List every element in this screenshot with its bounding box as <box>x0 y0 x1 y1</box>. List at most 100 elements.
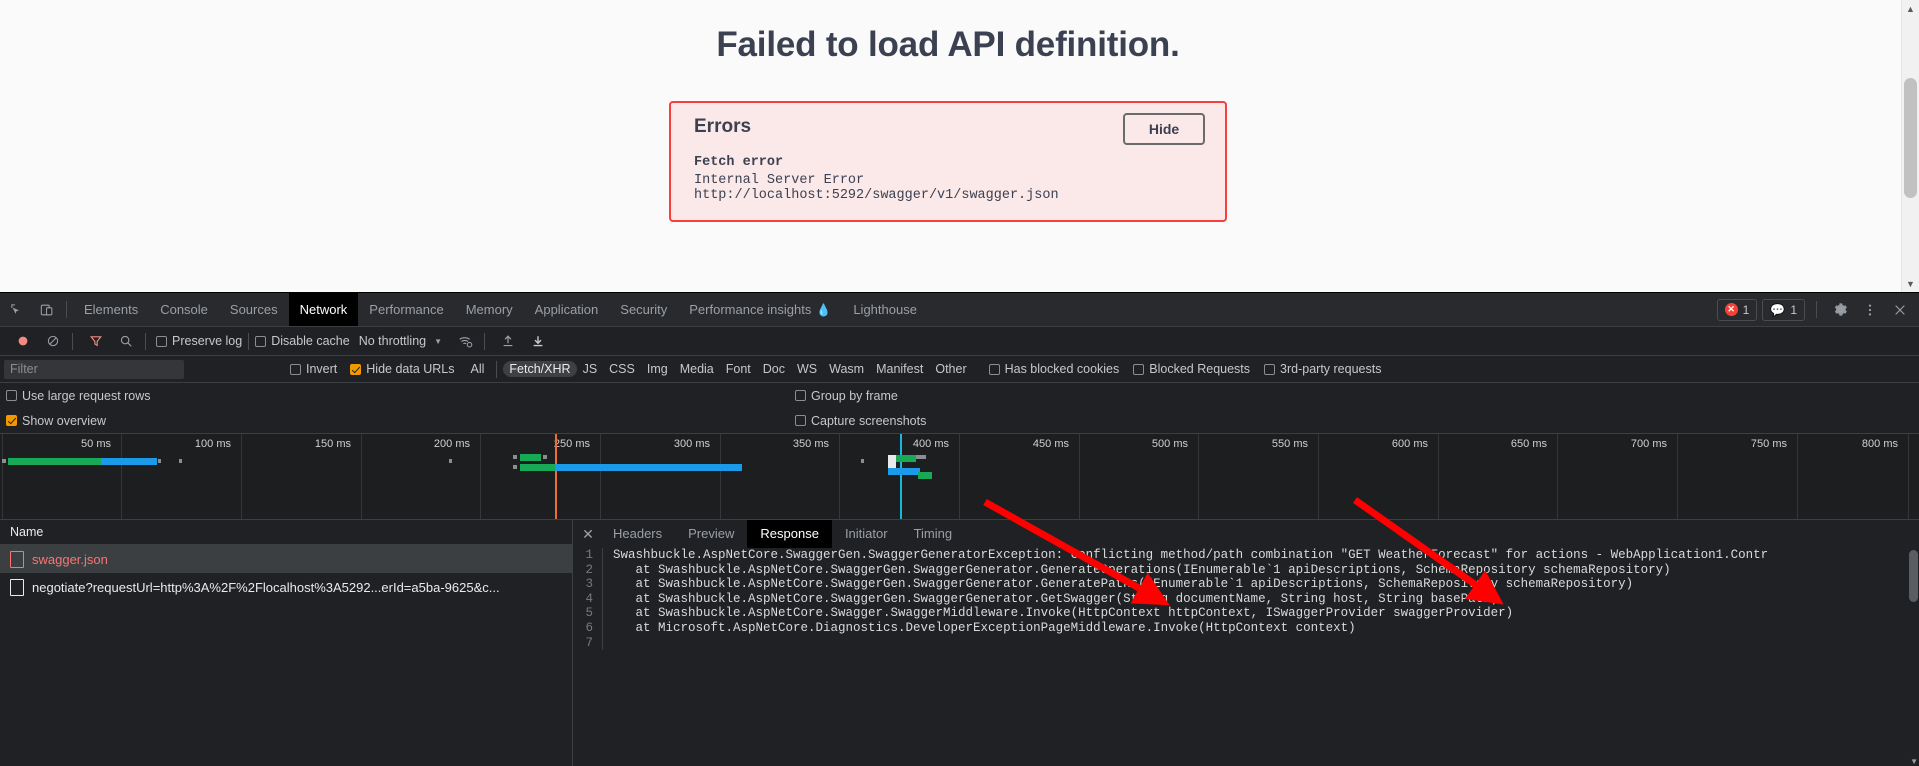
line-text: at Swashbuckle.AspNetCore.Swagger.Swagge… <box>613 606 1514 621</box>
import-har-icon[interactable] <box>495 328 521 354</box>
line-number: 7 <box>573 635 603 651</box>
disable-cache-checkbox[interactable]: Disable cache <box>255 334 350 348</box>
waterfall-segment <box>2 459 6 463</box>
devtools-tabstrip: Elements Console Sources Network Perform… <box>0 293 1919 327</box>
type-filter-manifest[interactable]: Manifest <box>870 361 929 377</box>
error-icon: ✕ <box>1724 303 1738 316</box>
filter-input[interactable] <box>4 359 184 379</box>
hide-data-urls-checkbox[interactable]: Hide data URLs <box>350 362 455 376</box>
scroll-up-icon[interactable]: ▲ <box>1902 0 1919 17</box>
filter-divider <box>496 360 498 378</box>
tick-label-250ms: 250 ms <box>553 438 590 450</box>
hide-button[interactable]: Hide <box>1123 113 1205 145</box>
tab-performance-insights-label: Performance insights <box>689 302 812 317</box>
chevron-down-icon[interactable]: ▼ <box>434 337 442 346</box>
network-filter-row: Invert Hide data URLs All Fetch/XHR JS C… <box>0 356 1919 383</box>
request-list-column-header[interactable]: Name <box>0 520 572 545</box>
waterfall-segment <box>520 464 555 471</box>
show-overview-checkbox[interactable]: Show overview <box>6 414 106 428</box>
type-filter-other[interactable]: Other <box>929 361 972 377</box>
table-row[interactable]: swagger.json <box>0 545 572 573</box>
group-by-frame-label: Group by frame <box>811 388 898 403</box>
filter-icon[interactable] <box>83 328 109 354</box>
capture-screenshots-checkbox[interactable]: Capture screenshots <box>795 414 926 428</box>
type-filter-media[interactable]: Media <box>674 361 720 377</box>
page-scrollbar-thumb[interactable] <box>1904 78 1917 198</box>
tab-lighthouse[interactable]: Lighthouse <box>842 293 928 326</box>
load-event-marker <box>900 434 902 519</box>
tab-performance-insights[interactable]: Performance insights 💧 <box>678 293 842 326</box>
tab-application[interactable]: Application <box>524 293 610 326</box>
export-har-icon[interactable] <box>525 328 551 354</box>
record-button[interactable] <box>10 328 36 354</box>
detail-tab-headers[interactable]: Headers <box>600 520 675 548</box>
document-icon <box>10 578 24 596</box>
waterfall-segment <box>896 455 916 462</box>
table-row[interactable]: negotiate?requestUrl=http%3A%2F%2Flocalh… <box>0 573 572 601</box>
code-line: 3 at Swashbuckle.AspNetCore.SwaggerGen.S… <box>573 577 1919 592</box>
toolbar-divider-5 <box>484 332 486 350</box>
type-filter-img[interactable]: Img <box>641 361 674 377</box>
network-conditions-icon[interactable] <box>452 328 478 354</box>
group-by-frame-checkbox[interactable]: Group by frame <box>795 389 898 403</box>
device-toolbar-icon[interactable] <box>34 297 60 323</box>
capture-screenshots-label: Capture screenshots <box>811 413 927 428</box>
tab-elements[interactable]: Elements <box>73 293 149 326</box>
tab-sources[interactable]: Sources <box>219 293 289 326</box>
waterfall-segment <box>513 455 517 459</box>
type-filter-js[interactable]: JS <box>577 361 604 377</box>
response-scrollbar[interactable]: ▲ ▼ <box>1908 548 1919 766</box>
invert-box <box>290 363 301 375</box>
use-large-request-rows-checkbox[interactable]: Use large request rows <box>6 389 151 403</box>
has-blocked-cookies-checkbox[interactable]: Has blocked cookies <box>988 362 1119 376</box>
throttling-select[interactable]: No throttling <box>359 334 426 348</box>
detail-tab-timing[interactable]: Timing <box>901 520 966 548</box>
use-large-request-rows-label: Use large request rows <box>22 388 151 403</box>
detail-tab-response[interactable]: Response <box>747 520 832 548</box>
close-icon[interactable] <box>1887 297 1913 323</box>
scroll-down-icon[interactable]: ▼ <box>1910 757 1918 766</box>
tab-performance[interactable]: Performance <box>358 293 454 326</box>
type-filter-fetch-xhr[interactable]: Fetch/XHR <box>503 361 577 377</box>
tab-console[interactable]: Console <box>149 293 219 326</box>
search-icon[interactable] <box>113 328 139 354</box>
type-filter-all[interactable]: All <box>465 361 491 377</box>
type-filter-font[interactable]: Font <box>720 361 757 377</box>
preserve-log-box <box>156 335 167 347</box>
detail-tab-preview[interactable]: Preview <box>675 520 747 548</box>
type-filter-doc[interactable]: Doc <box>757 361 791 377</box>
tab-network[interactable]: Network <box>288 293 359 326</box>
type-filter-wasm[interactable]: Wasm <box>823 361 870 377</box>
preserve-log-checkbox[interactable]: Preserve log <box>156 334 242 348</box>
invert-checkbox[interactable]: Invert <box>290 362 337 376</box>
waterfall-segment <box>179 459 182 463</box>
detail-tab-initiator[interactable]: Initiator <box>832 520 901 548</box>
error-count-badge[interactable]: ✕ 1 <box>1716 298 1758 321</box>
waterfall-segment <box>888 468 920 475</box>
more-options-icon[interactable] <box>1857 297 1883 323</box>
response-scrollbar-thumb[interactable] <box>1909 550 1918 602</box>
line-number: 4 <box>573 591 603 607</box>
gear-icon[interactable] <box>1827 297 1853 323</box>
waterfall-segment <box>861 459 864 463</box>
blocked-requests-box <box>1133 363 1145 375</box>
scroll-down-icon[interactable]: ▼ <box>1902 275 1919 292</box>
response-body[interactable]: 1 Swashbuckle.AspNetCore.SwaggerGen.Swag… <box>573 548 1919 766</box>
line-number: 2 <box>573 562 603 578</box>
tick-label-150ms: 150 ms <box>314 438 351 450</box>
type-filter-ws[interactable]: WS <box>791 361 823 377</box>
blocked-requests-checkbox[interactable]: Blocked Requests <box>1133 362 1250 376</box>
inspect-element-icon[interactable] <box>4 297 30 323</box>
fetch-error-label: Fetch error <box>694 155 784 170</box>
network-overview-timeline[interactable]: 50 ms 100 ms 150 ms 200 ms 250 ms 300 ms… <box>0 434 1919 520</box>
beaker-icon: 💧 <box>816 303 832 317</box>
code-line: 5 at Swashbuckle.AspNetCore.Swagger.Swag… <box>573 606 1919 621</box>
clear-button[interactable] <box>40 328 66 354</box>
tab-security[interactable]: Security <box>609 293 678 326</box>
message-count-badge[interactable]: 💬 1 <box>1762 298 1805 321</box>
tab-memory[interactable]: Memory <box>455 293 524 326</box>
type-filter-css[interactable]: CSS <box>603 361 641 377</box>
third-party-requests-checkbox[interactable]: 3rd-party requests <box>1264 362 1381 376</box>
close-detail-icon[interactable]: ✕ <box>576 522 600 546</box>
page-scrollbar[interactable]: ▲ ▼ <box>1901 0 1919 292</box>
